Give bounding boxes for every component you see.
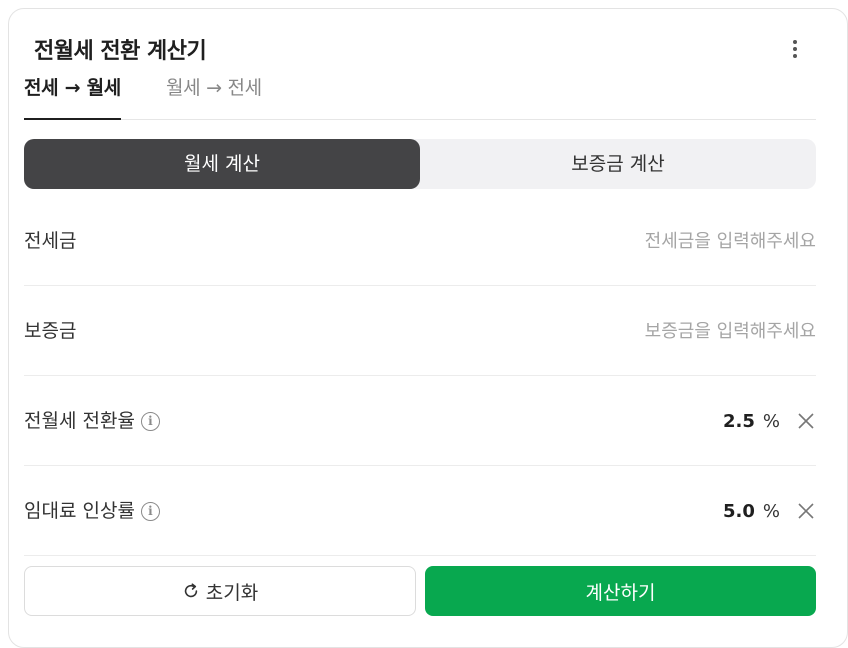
- rent-increase-value-wrap: 5.0 %: [723, 466, 816, 556]
- close-icon[interactable]: [796, 501, 816, 521]
- conversion-rate-value-wrap: 2.5 %: [723, 376, 816, 466]
- info-icon[interactable]: i: [140, 411, 160, 431]
- info-icon[interactable]: i: [140, 501, 160, 521]
- percent-unit: %: [762, 500, 780, 522]
- rent-increase-row: 임대료 인상률 i 5.0 %: [24, 466, 816, 556]
- refresh-icon: [184, 583, 197, 598]
- monthly-calc-button[interactable]: 월세 계산: [24, 139, 420, 189]
- page-title: 전월세 전환 계산기: [34, 39, 207, 64]
- jeonse-row: 전세금: [24, 196, 816, 286]
- conversion-rate-label: 전월세 전환율: [24, 410, 135, 432]
- rent-increase-label: 임대료 인상률: [24, 500, 135, 522]
- rent-increase-value[interactable]: 5.0: [723, 501, 755, 522]
- calc-type-segment: 월세 계산 보증금 계산: [24, 139, 816, 189]
- jeonse-label: 전세금: [24, 230, 77, 252]
- deposit-input[interactable]: [516, 313, 816, 349]
- more-options-icon[interactable]: [781, 35, 809, 63]
- reset-label: 초기화: [205, 581, 259, 604]
- conversion-rate-row: 전월세 전환율 i 2.5 %: [24, 376, 816, 466]
- tab-jeonse-to-monthly[interactable]: 전세 → 월세: [24, 70, 121, 120]
- calculate-button[interactable]: 계산하기: [425, 566, 816, 616]
- jeonse-input[interactable]: [516, 223, 816, 259]
- rent-increase-label-wrap: 임대료 인상률 i: [24, 466, 160, 556]
- deposit-calc-button[interactable]: 보증금 계산: [420, 139, 816, 189]
- reset-button[interactable]: 초기화: [24, 566, 416, 616]
- deposit-row: 보증금: [24, 286, 816, 376]
- conversion-rate-label-wrap: 전월세 전환율 i: [24, 376, 160, 466]
- close-icon[interactable]: [796, 411, 816, 431]
- mode-tabs: 전세 → 월세 월세 → 전세: [24, 70, 816, 120]
- tab-monthly-to-jeonse[interactable]: 월세 → 전세: [166, 70, 262, 120]
- percent-unit: %: [762, 410, 780, 432]
- deposit-label: 보증금: [24, 320, 77, 342]
- conversion-rate-value[interactable]: 2.5: [723, 411, 755, 432]
